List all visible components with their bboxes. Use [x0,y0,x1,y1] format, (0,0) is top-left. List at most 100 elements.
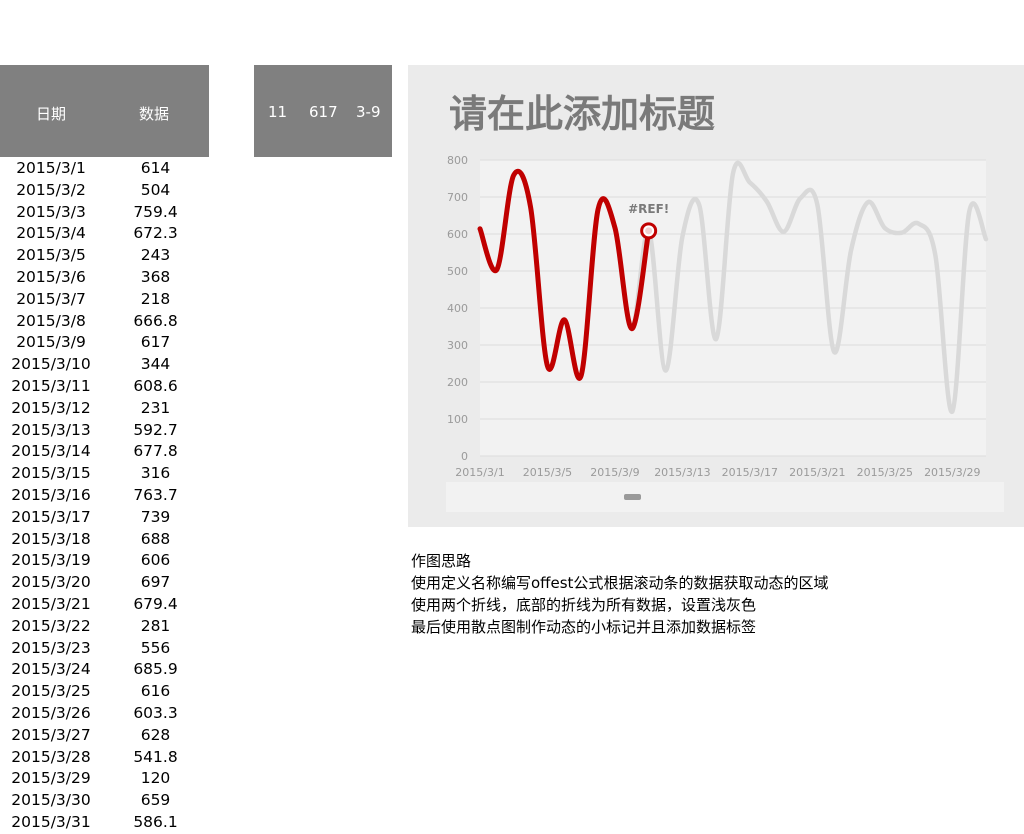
cell-date: 2015/3/29 [11,769,91,788]
y-tick-label: 100 [447,413,468,426]
cell-date: 2015/3/2 [16,180,86,199]
notes-line: 使用定义名称编写offest公式根据滚动条的数据获取动态的区域 [411,574,829,592]
y-tick-label: 300 [447,339,468,352]
cell-date: 2015/3/23 [11,638,91,657]
y-tick-label: 500 [447,265,468,278]
table-row: 2015/3/8 666.8 [0,311,209,333]
x-tick-label: 2015/3/1 [455,466,504,479]
cell-value: 541.8 [133,747,178,766]
cell-date: 2015/3/25 [11,682,91,701]
table-row: 2015/3/11 608.6 [0,376,209,398]
cell-date: 2015/3/21 [11,594,91,613]
header-date: 日期 [36,105,67,123]
table-row: 2015/3/6 368 [0,267,209,289]
y-tick-label: 700 [447,191,468,204]
cell-date: 2015/3/1 [16,159,86,177]
cell-date: 2015/3/20 [11,573,91,592]
cell-date: 2015/3/26 [11,703,91,722]
table-row: 2015/3/4 672.3 [0,223,209,245]
cell-value: 504 [140,180,171,199]
control-range: 3-9 [356,103,381,121]
table-row: 2015/3/5 243 [0,245,209,267]
cell-value: 759.4 [133,202,178,221]
table-row: 2015/3/31 586.1 [0,812,209,834]
notes: 作图思路 使用定义名称编写offest公式根据滚动条的数据获取动态的区域 使用两… [411,550,828,638]
cell-value: 556 [140,638,171,657]
cell-date: 2015/3/14 [11,442,91,461]
table-row: 2015/3/20 697 [0,572,209,594]
cell-date: 2015/3/4 [16,224,86,243]
cell-value: 344 [140,355,171,374]
table-row: 2015/3/26 603.3 [0,703,209,725]
table-row: 2015/3/28 541.8 [0,747,209,769]
cell-date: 2015/3/16 [11,485,91,504]
cell-value: 218 [140,289,171,308]
cell-date: 2015/3/7 [16,289,86,308]
control-value: 617 [309,103,338,121]
notes-title: 作图思路 [411,552,472,570]
x-tick-label: 2015/3/5 [523,466,572,479]
cell-date: 2015/3/5 [16,246,86,265]
cell-value: 586.1 [133,812,178,831]
cell-value: 316 [140,464,171,483]
x-tick-label: 2015/3/13 [654,466,710,479]
header-value: 数据 [139,105,170,123]
table-row: 2015/3/25 616 [0,681,209,703]
cell-date: 2015/3/10 [11,355,91,374]
cell-value: 606 [140,551,171,570]
cell-value: 120 [140,769,171,788]
cell-date: 2015/3/30 [11,791,91,810]
table-row: 2015/3/2 504 [0,180,209,202]
data-table: 2015/3/1 614 2015/3/2 504 2015/3/3 759.4 2015/… [0,158,209,834]
cell-value: 739 [140,507,171,526]
cell-date: 2015/3/8 [16,311,86,330]
table-row: 2015/3/16 763.7 [0,485,209,507]
x-tick-label: 2015/3/29 [924,466,980,479]
table-header: 日期 数据 [0,65,209,157]
table-row: 2015/3/3 759.4 [0,202,209,224]
cell-value: 243 [140,246,171,265]
table-row: 2015/3/9 617 [0,332,209,354]
table-row: 2015/3/23 556 [0,638,209,660]
y-tick-label: 400 [447,302,468,315]
cell-value: 617 [140,333,171,352]
notes-line: 最后使用散点图制作动态的小标记并且添加数据标签 [411,618,757,636]
table-row: 2015/3/24 685.9 [0,659,209,681]
cell-value: 672.3 [133,224,178,243]
cell-value: 697 [140,573,171,592]
table-row: 2015/3/29 120 [0,768,209,790]
cell-date: 2015/3/18 [11,529,91,548]
cell-date: 2015/3/27 [11,725,91,744]
cell-date: 2015/3/31 [11,812,91,831]
x-tick-label: 2015/3/21 [789,466,845,479]
scrollbar-thumb [624,494,641,500]
cell-value: 592.7 [133,420,178,439]
x-tick-label: 2015/3/17 [722,466,778,479]
cell-date: 2015/3/9 [16,333,86,352]
cell-date: 2015/3/17 [11,507,91,526]
x-tick-label: 2015/3/25 [857,466,913,479]
table-row: 2015/3/15 316 [0,463,209,485]
y-tick-label: 200 [447,376,468,389]
table-row: 2015/3/19 606 [0,550,209,572]
cell-date: 2015/3/22 [11,616,91,635]
marker-label: #REF! [628,202,669,216]
cell-value: 677.8 [133,442,178,461]
cell-value: 688 [140,529,171,548]
scrollbar-track [446,482,1004,512]
cell-value: 659 [140,791,171,810]
table-row: 2015/3/27 628 [0,725,209,747]
cell-value: 685.9 [133,660,178,679]
cell-date: 2015/3/12 [11,398,91,417]
cell-date: 2015/3/15 [11,464,91,483]
table-row: 2015/3/1 614 [0,158,209,180]
cell-date: 2015/3/6 [16,267,86,286]
cell-value: 603.3 [133,703,178,722]
control-index: 11 [268,103,288,121]
notes-line: 使用两个折线，底部的折线为所有数据，设置浅灰色 [411,596,757,614]
x-tick-label: 2015/3/9 [590,466,639,479]
cell-date: 2015/3/19 [11,551,91,570]
table-row: 2015/3/10 344 [0,354,209,376]
cell-value: 679.4 [133,594,178,613]
cell-value: 281 [140,616,171,635]
